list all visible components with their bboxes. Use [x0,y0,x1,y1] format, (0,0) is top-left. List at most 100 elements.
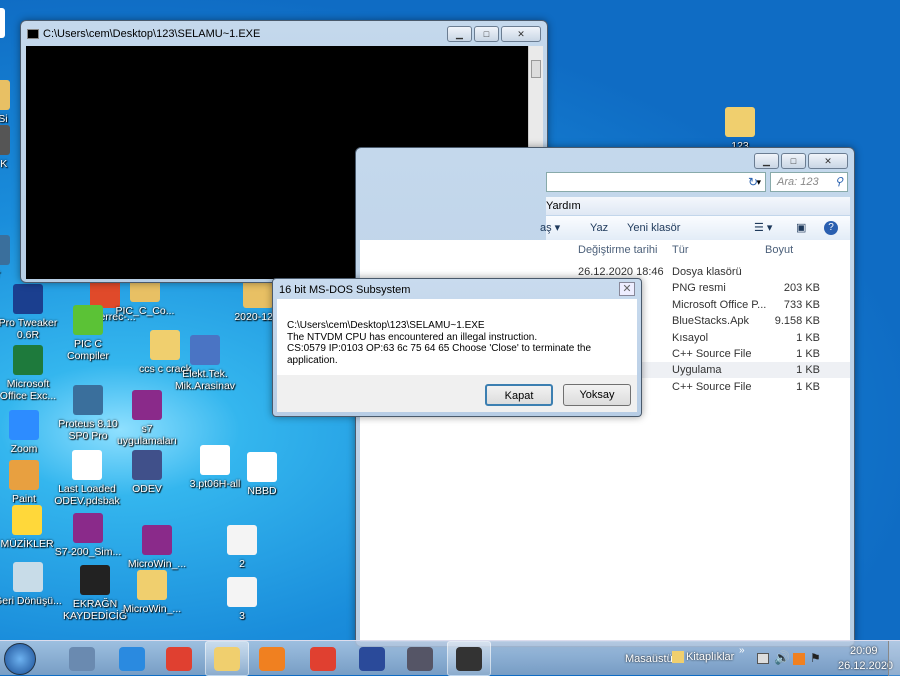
clock-date[interactable]: 26.12.2020 [838,660,893,672]
menu-help[interactable]: Yardım [546,200,581,212]
desktop-icon-label: Elekt.Tek. Mik.Arasinav [174,368,236,392]
desktop-icon-image [73,385,103,415]
minimize-button[interactable]: ▁ [754,153,779,169]
desktop-icon-image [13,284,43,314]
desktop-icon-image [132,450,162,480]
desktop-icon-image [9,460,39,490]
ignore-button[interactable]: Yoksay [563,384,631,406]
desktop-icon[interactable]: 2 [207,525,277,570]
desktop-icon-label: PIC C Compiler [66,338,109,362]
chrome-icon [310,646,336,671]
desktop-icon-image [13,562,43,592]
taskbar-button[interactable] [205,641,249,676]
chrome-icon [166,646,192,671]
dialog-close-icon[interactable]: ✕ [619,282,635,296]
new-folder-button[interactable]: Yeni klasör [627,216,680,240]
desktop-icon-image [0,125,10,155]
file-size: 1 KB [796,364,820,377]
maximize-button[interactable]: □ [474,26,499,42]
desktop-icon[interactable]: NBBD [227,452,297,497]
file-size: 1 KB [796,380,820,393]
taskbar-button[interactable] [60,641,104,676]
desktop-toolbar[interactable]: Masaüstü [625,653,673,665]
libraries-toolbar[interactable]: Kitaplıklar [686,651,734,663]
desktop-icon-label: Zoom [10,443,38,455]
desktop-icon[interactable]: 123 [705,107,775,152]
help-icon[interactable]: ? [824,221,838,235]
share-button[interactable]: aş ▾ [540,216,560,240]
libraries-icon [672,651,684,663]
taskbar-button[interactable] [398,641,442,676]
desktop-icon[interactable]: Paint [0,460,59,505]
taskbar-button[interactable] [447,641,491,676]
burn-button[interactable]: Yaz [590,216,608,240]
clock-time[interactable]: 20:09 [850,645,878,657]
taskbar-button[interactable] [110,641,154,676]
error-dialog[interactable]: 16 bit MS-DOS Subsystem ✕ C:\Users\cem\D… [272,278,642,417]
minimize-button[interactable]: ▁ [447,26,472,42]
column-headers: Değiştirme tarihi Tür Boyut [360,240,850,260]
column-date[interactable]: Değiştirme tarihi [578,240,657,260]
desktop-icon-image [227,577,257,607]
taskbar-button[interactable] [157,641,201,676]
file-type: C++ Source File [672,348,752,360]
desktop-icon[interactable]: MicroWin_... [122,525,192,570]
volume-icon[interactable]: 🔊 [774,650,790,666]
taskbar-button[interactable] [301,641,345,676]
menu-bar: Yardım [546,197,850,215]
desktop-icon[interactable]: ODEV [112,450,182,495]
dev-cpp-icon [359,646,385,671]
taskbar: Masaüstü Kitaplıklar » 🔊 ⚑ 20:09 26.12.2… [0,640,900,676]
close-button[interactable]: ✕ [501,26,541,42]
desktop-icon[interactable]: S7-200_Sim... [53,513,123,558]
taskbar-button[interactable] [350,641,394,676]
dialog-details: CS:0579 IP:0103 OP:63 6c 75 64 65 Choose… [287,343,592,366]
show-desktop-button[interactable] [888,641,900,676]
desktop-icon-label: 2 [239,558,245,570]
column-size[interactable]: Boyut [765,240,793,260]
toolbar: aş ▾ Yaz Yeni klasör ☰ ▾ ▣ ? [540,216,850,240]
action-center-icon[interactable]: ⚑ [810,651,821,665]
desktop-icon[interactable]: 3 [207,577,277,622]
desktop-icon-label: Geri Dönüşü... [0,595,62,607]
file-type: PNG resmi [672,282,726,295]
console-title: C:\Users\cem\Desktop\123\SELAMU~1.EXE [43,28,261,40]
view-options-icon[interactable]: ☰ ▾ [754,216,772,240]
desktop-icon-image [12,505,42,535]
desktop-icon[interactable]: Elekt.Tek. Mik.Arasinav [170,335,240,392]
console-icon [456,646,482,671]
desktop-icon[interactable]: Geri Dönüşü... [0,562,63,607]
desktop-icon-image [73,513,103,543]
desktop-icon-image [0,235,10,265]
file-type: BlueStacks.Apk [672,315,750,328]
desktop-icon-image [72,450,102,480]
taskbar-button[interactable] [250,641,294,676]
search-input[interactable]: Ara: 123 ⚲ [770,172,848,192]
search-icon: ⚲ [834,176,843,188]
desktop-icon[interactable]: Zoom [0,410,59,455]
explorer-icon [214,646,240,671]
desktop-icon-image [0,8,5,38]
desktop-icon[interactable]: MicroWin_... [117,570,187,615]
desktop-icon-image [80,565,110,595]
tray-app-icon[interactable] [793,653,805,665]
network-icon[interactable] [757,653,769,664]
address-bar[interactable]: ▾ [546,172,766,192]
internet-explorer-icon [119,646,145,671]
file-type: Microsoft Office P... [672,298,767,311]
desktop-icon[interactable]: s7 uygulamaları [112,390,182,447]
file-type: C++ Source File [672,380,752,393]
close-button[interactable]: ✕ [808,153,848,169]
file-size: 1 KB [796,331,820,344]
toolbar-overflow[interactable]: » [739,645,745,656]
desktop-icon-image [200,445,230,475]
close-app-button[interactable]: Kapat [485,384,553,406]
desktop-icon-image [725,107,755,137]
column-type[interactable]: Tür [672,240,689,260]
maximize-button[interactable]: □ [781,153,806,169]
preview-pane-icon[interactable]: ▣ [796,216,806,240]
desktop-icon-image [0,80,10,110]
refresh-icon[interactable]: ↻ [748,175,758,189]
desktop-icon[interactable]: PIC C Compiler [53,305,123,362]
start-button[interactable] [4,643,36,675]
